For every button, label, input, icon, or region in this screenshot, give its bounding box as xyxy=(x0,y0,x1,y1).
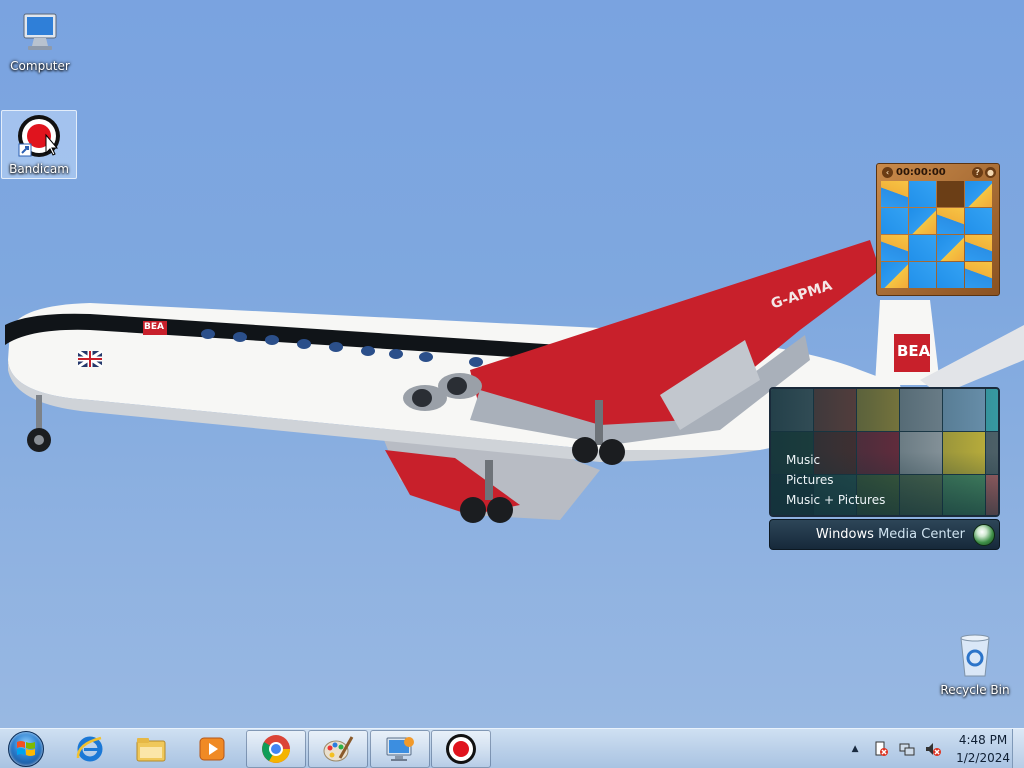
puzzle-empty-slot xyxy=(937,181,964,207)
puzzle-timer: 00:00:00 xyxy=(896,166,946,178)
puzzle-tile[interactable] xyxy=(965,181,992,207)
computer-icon xyxy=(23,13,57,50)
recycle-bin-icon xyxy=(960,634,990,677)
puzzle-toolbar: ‹ 00:00:00 ? ● xyxy=(877,164,999,180)
desktop-icon-bandicam[interactable]: Bandicam xyxy=(1,110,77,179)
clock-time: 4:48 PM xyxy=(958,733,1008,747)
paint-icon xyxy=(323,736,354,762)
puzzle-tile[interactable] xyxy=(881,235,908,261)
bandicam-icon xyxy=(18,115,60,157)
taskbar-paint[interactable] xyxy=(308,730,368,768)
taskbar-bandicam[interactable] xyxy=(431,730,491,768)
puzzle-tile[interactable] xyxy=(881,262,908,288)
fuselage-bea-mark: BEA xyxy=(144,322,164,332)
chrome-icon xyxy=(262,735,290,763)
puzzle-tile[interactable] xyxy=(965,262,992,288)
puzzle-tile[interactable] xyxy=(909,181,936,207)
taskbar: ▲ 4:48 PM 1/2/2024 xyxy=(0,728,1024,768)
desktop-icon-computer[interactable]: Computer xyxy=(2,10,78,73)
media-center-menu: Music Pictures Music + Pictures xyxy=(786,450,885,510)
puzzle-tile[interactable] xyxy=(881,181,908,207)
action-center-alert-icon[interactable] xyxy=(872,740,890,758)
puzzle-tile[interactable] xyxy=(909,262,936,288)
windows-explorer-icon xyxy=(136,738,166,762)
taskbar-clock[interactable]: 4:48 PM 1/2/2024 xyxy=(956,731,1010,767)
desktop[interactable]: BEA BEA G-APMA Computer Bandicam Recycle… xyxy=(0,0,1024,728)
media-center-gadget[interactable]: Music Pictures Music + Pictures xyxy=(769,387,1000,517)
puzzle-tile[interactable] xyxy=(881,208,908,234)
internet-explorer-icon xyxy=(76,736,103,762)
puzzle-help-button[interactable]: ? xyxy=(972,166,983,178)
network-icon[interactable] xyxy=(898,740,916,758)
taskbar-internet-explorer[interactable] xyxy=(60,730,120,768)
puzzle-tile[interactable] xyxy=(937,208,964,234)
puzzle-tile[interactable] xyxy=(909,208,936,234)
puzzle-tile[interactable] xyxy=(937,235,964,261)
desktop-icon-label: Bandicam xyxy=(9,162,69,176)
picture-puzzle-gadget[interactable]: ‹ 00:00:00 ? ● xyxy=(876,163,1000,296)
taskbar-chrome[interactable] xyxy=(246,730,306,768)
system-tray: ▲ 4:48 PM 1/2/2024 xyxy=(838,729,1010,768)
start-button[interactable] xyxy=(6,731,46,767)
windows-logo-icon xyxy=(973,523,995,546)
taskbar-media-player[interactable] xyxy=(182,730,242,768)
volume-muted-icon[interactable] xyxy=(924,740,942,758)
media-center-launch-bar[interactable]: Windows Media Center xyxy=(769,519,1000,550)
desktop-icon-label: Computer xyxy=(10,59,70,73)
show-desktop-button[interactable] xyxy=(1012,729,1024,768)
media-player-icon xyxy=(199,737,225,761)
taskbar-remote-desktop[interactable] xyxy=(370,730,430,768)
bandicam-taskbar-icon xyxy=(446,734,476,764)
menu-item-music-pictures[interactable]: Music + Pictures xyxy=(786,490,885,510)
desktop-icon-recycle-bin[interactable]: Recycle Bin xyxy=(937,632,1013,697)
windows-logo-icon xyxy=(8,731,44,767)
wallpaper-aircraft xyxy=(5,240,1024,523)
desktop-icon-label: Recycle Bin xyxy=(940,683,1010,697)
puzzle-tile[interactable] xyxy=(909,235,936,261)
clock-date: 1/2/2024 xyxy=(956,751,1010,765)
tail-bea-mark: BEA xyxy=(897,342,931,360)
menu-item-pictures[interactable]: Pictures xyxy=(786,470,885,490)
show-hidden-icons-button[interactable]: ▲ xyxy=(846,740,864,758)
puzzle-tile[interactable] xyxy=(937,262,964,288)
puzzle-back-icon[interactable]: ‹ xyxy=(882,166,893,178)
puzzle-tile[interactable] xyxy=(965,208,992,234)
menu-item-music[interactable]: Music xyxy=(786,450,885,470)
puzzle-solve-icon[interactable]: ● xyxy=(985,166,996,178)
puzzle-grid[interactable] xyxy=(881,181,995,288)
puzzle-tile[interactable] xyxy=(965,235,992,261)
taskbar-windows-explorer[interactable] xyxy=(121,730,181,768)
remote-desktop-icon xyxy=(386,737,414,761)
media-center-title: Windows Media Center xyxy=(815,527,965,542)
